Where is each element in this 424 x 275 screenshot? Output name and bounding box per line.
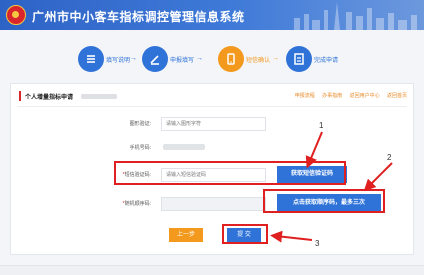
panel-title: 个人增量指标申请 <box>25 95 74 101</box>
previous-step-button[interactable]: 上一步 <box>169 228 203 242</box>
step-arrow-icon: → <box>196 55 203 62</box>
annotation-box-order <box>263 189 385 213</box>
document-icon <box>286 46 312 72</box>
title-accent-bar <box>19 91 21 101</box>
link-user-center[interactable]: 返回用户中心 <box>350 93 380 99</box>
app-title: 广州市中小客车指标调控管理信息系统 <box>32 10 245 24</box>
divider <box>17 106 407 107</box>
progress-steps: 填写说明 → 申报填写 → 短信确认 → 完成申请 <box>0 42 424 76</box>
list-icon <box>78 46 104 72</box>
step-arrow-icon: → <box>130 55 137 62</box>
redacted-phone-number <box>163 144 205 150</box>
edit-icon <box>142 46 168 72</box>
page: 广州市中小客车指标调控管理信息系统 填写说明 → 申报填写 → 短信确认 → 完… <box>0 0 424 275</box>
annotation-box-sms <box>114 161 346 185</box>
city-skyline-decoration <box>294 2 417 30</box>
phone-row: 手机号码: <box>11 140 415 156</box>
phone-label: 手机号码: <box>129 145 151 151</box>
captcha-label: 图形验证: <box>129 121 151 127</box>
step-arrow-icon: → <box>272 55 279 62</box>
step-label: 短信确认 <box>246 58 271 64</box>
link-guide[interactable]: 办事指南 <box>322 93 342 99</box>
phone-icon <box>218 46 244 72</box>
page-footer <box>0 265 424 275</box>
redacted-applicant-name <box>81 94 117 99</box>
captcha-input[interactable] <box>161 117 266 131</box>
captcha-row: 图形验证: <box>11 116 415 132</box>
order-label: *随机顺序码: <box>123 200 151 207</box>
city-emblem-logo <box>6 5 26 25</box>
step-label: 填写说明 <box>106 58 131 64</box>
order-label-text: 随机顺序码: <box>124 201 151 207</box>
top-links: 申报流程 办事指南 返回用户中心 返回首页 <box>289 92 407 99</box>
step-label: 完成申请 <box>314 58 339 64</box>
app-header: 广州市中小客车指标调控管理信息系统 <box>0 0 424 30</box>
step-label: 申报填写 <box>170 58 195 64</box>
order-code-field <box>161 197 266 211</box>
link-process[interactable]: 申报流程 <box>295 93 315 99</box>
link-home[interactable]: 返回首页 <box>387 93 407 99</box>
annotation-box-submit <box>222 224 268 244</box>
